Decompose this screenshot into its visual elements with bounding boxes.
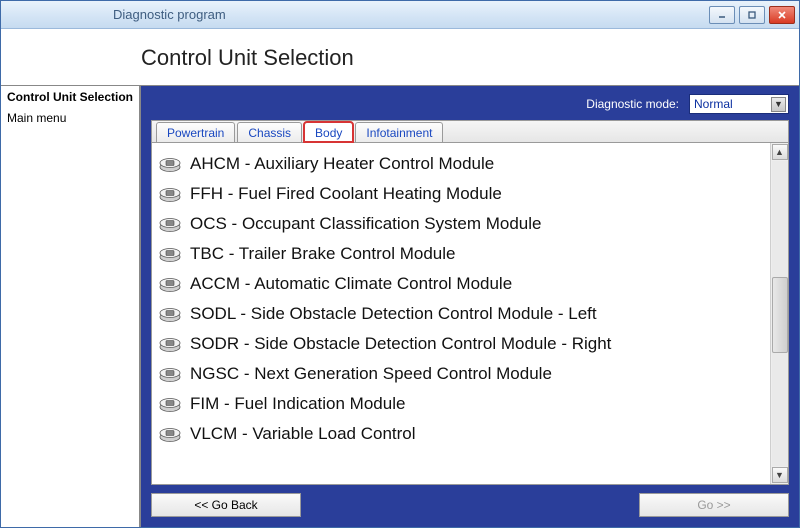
titlebar-icon-area	[9, 5, 109, 25]
control-module-icon	[158, 305, 182, 323]
app-window: Diagnostic program Control Unit Selectio…	[0, 0, 800, 528]
tab-powertrain[interactable]: Powertrain	[156, 122, 235, 142]
scroll-down-button[interactable]: ▼	[772, 467, 788, 483]
page-title: Control Unit Selection	[141, 45, 354, 71]
tab-body[interactable]: Body	[304, 122, 353, 142]
module-row[interactable]: AHCM - Auxiliary Heater Control Module	[158, 149, 766, 179]
diagnostic-mode-select[interactable]: Normal ▼	[689, 94, 789, 114]
module-row[interactable]: FFH - Fuel Fired Coolant Heating Module	[158, 179, 766, 209]
sidebar-item-main-menu[interactable]: Main menu	[7, 110, 133, 127]
footer: << Go Back Go >>	[151, 491, 789, 519]
scrollbar[interactable]: ▲ ▼	[770, 143, 788, 484]
sidebar: Control Unit Selection Main menu	[1, 86, 141, 527]
tab-content: AHCM - Auxiliary Heater Control Module F…	[152, 143, 788, 484]
module-label: ACCM - Automatic Climate Control Module	[190, 274, 512, 294]
control-module-icon	[158, 365, 182, 383]
content: Diagnostic mode: Normal ▼ Powertrain Cha…	[141, 86, 799, 527]
scroll-track[interactable]	[772, 161, 788, 466]
diagnostic-mode-row: Diagnostic mode: Normal ▼	[151, 92, 789, 116]
tab-strip: Powertrain Chassis Body Infotainment	[152, 121, 788, 143]
diagnostic-mode-label: Diagnostic mode:	[586, 97, 679, 111]
module-label: FFH - Fuel Fired Coolant Heating Module	[190, 184, 502, 204]
maximize-button[interactable]	[739, 6, 765, 24]
module-label: TBC - Trailer Brake Control Module	[190, 244, 455, 264]
control-module-icon	[158, 335, 182, 353]
module-label: SODR - Side Obstacle Detection Control M…	[190, 334, 611, 354]
go-button[interactable]: Go >>	[639, 493, 789, 517]
window-controls	[709, 6, 795, 24]
tab-control: Powertrain Chassis Body Infotainment AHC…	[151, 120, 789, 485]
main-area: Control Unit Selection Main menu Diagnos…	[1, 85, 799, 527]
module-row[interactable]: SODL - Side Obstacle Detection Control M…	[158, 299, 766, 329]
sidebar-current: Control Unit Selection	[7, 90, 133, 104]
module-label: NGSC - Next Generation Speed Control Mod…	[190, 364, 552, 384]
module-row[interactable]: TBC - Trailer Brake Control Module	[158, 239, 766, 269]
module-label: AHCM - Auxiliary Heater Control Module	[190, 154, 494, 174]
module-row[interactable]: FIM - Fuel Indication Module	[158, 389, 766, 419]
window-title: Diagnostic program	[109, 7, 709, 22]
control-module-icon	[158, 215, 182, 233]
module-row[interactable]: VLCM - Variable Load Control	[158, 419, 766, 449]
module-label: OCS - Occupant Classification System Mod…	[190, 214, 541, 234]
control-module-icon	[158, 275, 182, 293]
module-list: AHCM - Auxiliary Heater Control Module F…	[152, 143, 770, 484]
scroll-thumb[interactable]	[772, 277, 788, 353]
control-module-icon	[158, 245, 182, 263]
diagnostic-mode-value: Normal	[694, 97, 733, 111]
module-label: SODL - Side Obstacle Detection Control M…	[190, 304, 597, 324]
control-module-icon	[158, 155, 182, 173]
module-row[interactable]: NGSC - Next Generation Speed Control Mod…	[158, 359, 766, 389]
control-module-icon	[158, 425, 182, 443]
scroll-up-button[interactable]: ▲	[772, 144, 788, 160]
module-label: FIM - Fuel Indication Module	[190, 394, 405, 414]
control-module-icon	[158, 185, 182, 203]
module-label: VLCM - Variable Load Control	[190, 424, 416, 444]
tab-chassis[interactable]: Chassis	[237, 122, 302, 142]
minimize-button[interactable]	[709, 6, 735, 24]
module-row[interactable]: SODR - Side Obstacle Detection Control M…	[158, 329, 766, 359]
control-module-icon	[158, 395, 182, 413]
go-back-button[interactable]: << Go Back	[151, 493, 301, 517]
header: Control Unit Selection	[1, 29, 799, 85]
chevron-down-icon: ▼	[771, 97, 786, 112]
module-row[interactable]: OCS - Occupant Classification System Mod…	[158, 209, 766, 239]
close-button[interactable]	[769, 6, 795, 24]
module-row[interactable]: ACCM - Automatic Climate Control Module	[158, 269, 766, 299]
titlebar: Diagnostic program	[1, 1, 799, 29]
tab-infotainment[interactable]: Infotainment	[355, 122, 443, 142]
